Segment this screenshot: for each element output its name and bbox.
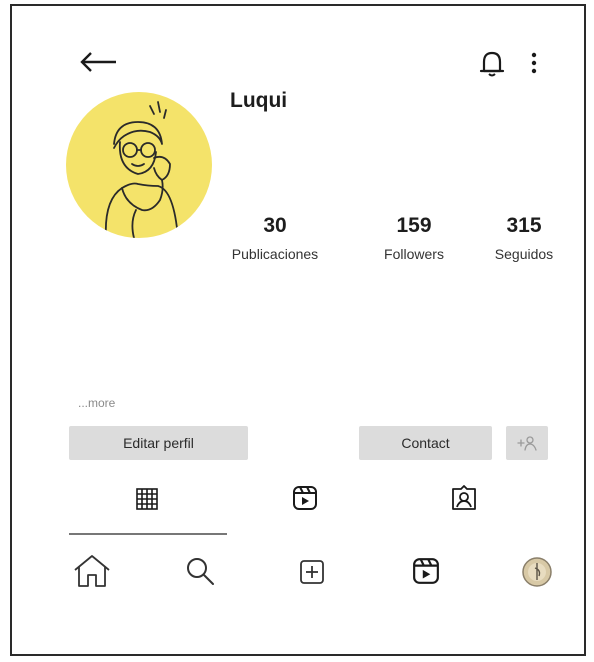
followers-count: 159 [396, 214, 432, 237]
add-person-icon [516, 435, 538, 451]
following-count: 315 [506, 214, 542, 237]
stat-followers[interactable]: 159 Followers [362, 214, 466, 262]
nav-home[interactable] [73, 554, 111, 588]
nav-create[interactable] [300, 560, 324, 584]
tab-reels[interactable] [292, 485, 318, 511]
bell-icon[interactable] [479, 49, 505, 79]
tagged-icon [451, 485, 477, 511]
reels-nav-icon [412, 557, 440, 585]
profile-avatar-icon [521, 556, 553, 588]
add-person-button[interactable] [506, 426, 548, 460]
posts-count: 30 [263, 214, 287, 237]
more-vertical-icon[interactable] [528, 50, 540, 76]
nav-search[interactable] [185, 556, 215, 586]
following-label: Seguidos [494, 246, 554, 262]
username: Luqui [230, 89, 288, 112]
home-icon [73, 554, 111, 588]
grid-icon [136, 488, 158, 510]
tab-tagged[interactable] [451, 485, 477, 511]
tab-grid[interactable] [136, 488, 158, 510]
stat-following[interactable]: 315 Seguidos [476, 214, 572, 262]
back-arrow-icon[interactable] [78, 50, 118, 74]
stat-posts[interactable]: 30 Publicaciones [205, 214, 345, 262]
nav-reels[interactable] [412, 557, 440, 585]
add-post-icon [300, 560, 324, 584]
search-icon [185, 556, 215, 586]
reels-icon [292, 485, 318, 511]
person-illustration [104, 101, 179, 238]
profile-avatar[interactable] [66, 92, 212, 238]
bio-more-link[interactable]: ...more [78, 396, 115, 410]
edit-profile-button[interactable]: Editar perfil [69, 426, 248, 460]
active-tab-indicator [69, 533, 227, 535]
contact-button[interactable]: Contact [359, 426, 492, 460]
followers-label: Followers [384, 246, 444, 262]
nav-profile[interactable] [521, 556, 553, 588]
posts-label: Publicaciones [231, 246, 319, 262]
